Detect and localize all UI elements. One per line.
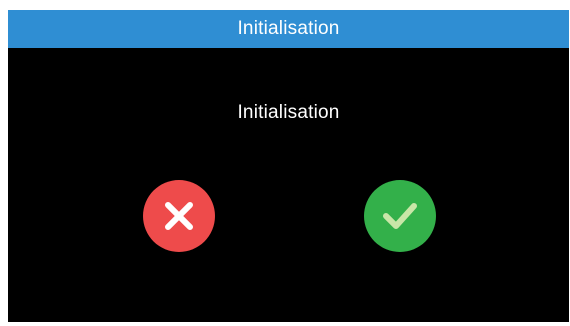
title-bar: Initialisation xyxy=(8,10,569,48)
screen-title: Initialisation xyxy=(237,18,340,39)
device-screen: Initialisation Initialisation xyxy=(8,10,569,322)
confirm-button[interactable] xyxy=(364,180,436,252)
dialog-message: Initialisation xyxy=(237,102,340,123)
check-icon xyxy=(383,203,417,229)
cancel-button[interactable] xyxy=(143,180,215,252)
close-icon xyxy=(165,202,193,230)
